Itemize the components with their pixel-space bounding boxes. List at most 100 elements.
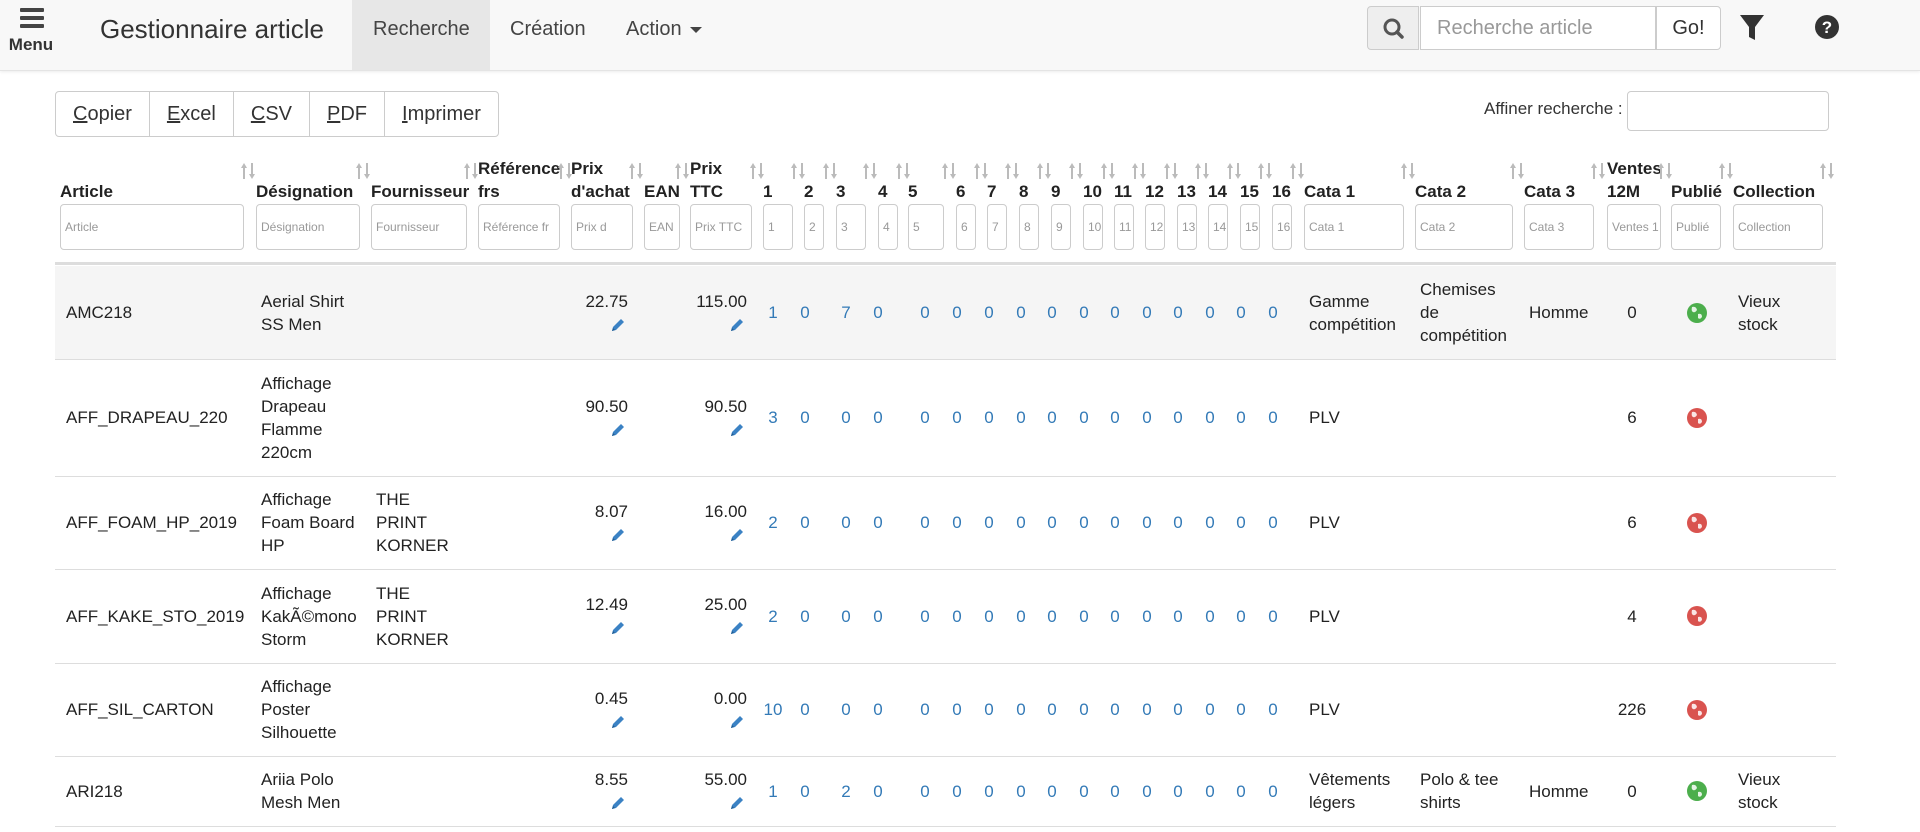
size-qty-6[interactable]: 0 [947,605,967,628]
header-prix_achat[interactable]: Prix d'achat [571,157,630,203]
size-qty-15[interactable]: 0 [1231,698,1251,721]
size-qty-1[interactable]: 3 [763,406,783,429]
csv-button[interactable]: CSV [232,91,310,137]
size-qty-11[interactable]: 0 [1105,605,1125,628]
go-button[interactable]: Go! [1656,6,1721,50]
header-c5[interactable]: 5 [908,180,917,203]
size-qty-3[interactable]: 7 [836,301,856,324]
size-qty-2[interactable]: 0 [795,511,815,534]
size-qty-4[interactable]: 0 [868,511,888,534]
filter-input-c12[interactable]: 12 [1145,204,1165,250]
header-c6[interactable]: 6 [956,180,965,203]
size-qty-4[interactable]: 0 [868,780,888,803]
size-qty-2[interactable]: 0 [795,605,815,628]
filter-input-c16[interactable]: 16 [1272,204,1292,250]
header-ventes[interactable]: Ventes 12M [1607,157,1662,203]
sort-icon[interactable] [862,161,878,181]
header-fournisseur[interactable]: Fournisseur [371,180,469,203]
filter-icon[interactable] [1735,10,1769,46]
header-cata3[interactable]: Cata 3 [1524,180,1575,203]
edit-pencil-icon[interactable] [610,527,626,543]
size-qty-10[interactable]: 0 [1074,698,1094,721]
size-qty-5[interactable]: 0 [915,605,935,628]
edit-pencil-icon[interactable] [729,317,745,333]
size-qty-2[interactable]: 0 [795,780,815,803]
size-qty-10[interactable]: 0 [1074,511,1094,534]
sort-icon[interactable] [1289,161,1305,181]
size-qty-12[interactable]: 0 [1137,605,1157,628]
size-qty-9[interactable]: 0 [1042,511,1062,534]
sort-icon[interactable] [1036,161,1052,181]
size-qty-5[interactable]: 0 [915,698,935,721]
size-qty-13[interactable]: 0 [1168,780,1188,803]
globe-icon[interactable] [1687,302,1707,323]
edit-pencil-icon[interactable] [729,620,745,636]
size-qty-11[interactable]: 0 [1105,406,1125,429]
search-input[interactable] [1420,6,1656,50]
size-qty-13[interactable]: 0 [1168,406,1188,429]
sort-icon[interactable] [1194,161,1210,181]
size-qty-15[interactable]: 0 [1231,301,1251,324]
header-collection[interactable]: Collection [1733,180,1815,203]
size-qty-10[interactable]: 0 [1074,301,1094,324]
size-qty-14[interactable]: 0 [1200,605,1220,628]
header-c11[interactable]: 11 [1114,180,1132,203]
size-qty-8[interactable]: 0 [1011,605,1031,628]
size-qty-3[interactable]: 0 [836,698,856,721]
edit-pencil-icon[interactable] [610,620,626,636]
edit-pencil-icon[interactable] [729,714,745,730]
size-qty-11[interactable]: 0 [1105,301,1125,324]
size-qty-12[interactable]: 0 [1137,301,1157,324]
sort-icon[interactable] [355,161,371,181]
excel-button[interactable]: Excel [148,91,234,137]
size-qty-2[interactable]: 0 [795,406,815,429]
filter-input-c15[interactable]: 15 [1240,204,1260,250]
header-c7[interactable]: 7 [987,180,996,203]
size-qty-7[interactable]: 0 [979,605,999,628]
edit-pencil-icon[interactable] [610,317,626,333]
nav-recherche[interactable]: Recherche [352,0,490,70]
header-c13[interactable]: 13 [1177,180,1196,203]
size-qty-8[interactable]: 0 [1011,780,1031,803]
size-qty-11[interactable]: 0 [1105,698,1125,721]
size-qty-3[interactable]: 0 [836,511,856,534]
size-qty-3[interactable]: 0 [836,406,856,429]
filter-input-publie[interactable]: Publié [1671,204,1721,250]
header-c10[interactable]: 10 [1083,180,1102,203]
edit-pencil-icon[interactable] [729,422,745,438]
edit-pencil-icon[interactable] [729,527,745,543]
filter-input-c6[interactable]: 6 [956,204,976,250]
size-qty-14[interactable]: 0 [1200,301,1220,324]
size-qty-12[interactable]: 0 [1137,406,1157,429]
size-qty-16[interactable]: 0 [1263,605,1283,628]
size-qty-13[interactable]: 0 [1168,301,1188,324]
imprimer-button[interactable]: Imprimer [384,91,499,137]
size-qty-16[interactable]: 0 [1263,780,1283,803]
size-qty-13[interactable]: 0 [1168,605,1188,628]
affiner-recherche-input[interactable] [1627,91,1829,131]
filter-input-c11[interactable]: 11 [1114,204,1134,250]
size-qty-13[interactable]: 0 [1168,511,1188,534]
size-qty-7[interactable]: 0 [979,780,999,803]
size-qty-4[interactable]: 0 [868,301,888,324]
size-qty-4[interactable]: 0 [868,698,888,721]
filter-input-c5[interactable]: 5 [908,204,944,250]
size-qty-14[interactable]: 0 [1200,511,1220,534]
header-cata2[interactable]: Cata 2 [1415,180,1466,203]
filter-input-c3[interactable]: 3 [836,204,866,250]
size-qty-10[interactable]: 0 [1074,605,1094,628]
filter-input-designation[interactable]: Désignation [256,204,360,250]
size-qty-14[interactable]: 0 [1200,698,1220,721]
sort-icon[interactable] [1400,161,1416,181]
size-qty-1[interactable]: 1 [763,780,783,803]
sort-icon[interactable] [240,161,256,181]
menu-button[interactable]: Menu [6,0,56,70]
filter-input-cata2[interactable]: Cata 2 [1415,204,1513,250]
size-qty-5[interactable]: 0 [915,301,935,324]
size-qty-10[interactable]: 0 [1074,780,1094,803]
size-qty-15[interactable]: 0 [1231,406,1251,429]
sort-icon[interactable] [463,161,479,181]
sort-icon[interactable] [941,161,957,181]
size-qty-8[interactable]: 0 [1011,301,1031,324]
edit-pencil-icon[interactable] [610,795,626,811]
